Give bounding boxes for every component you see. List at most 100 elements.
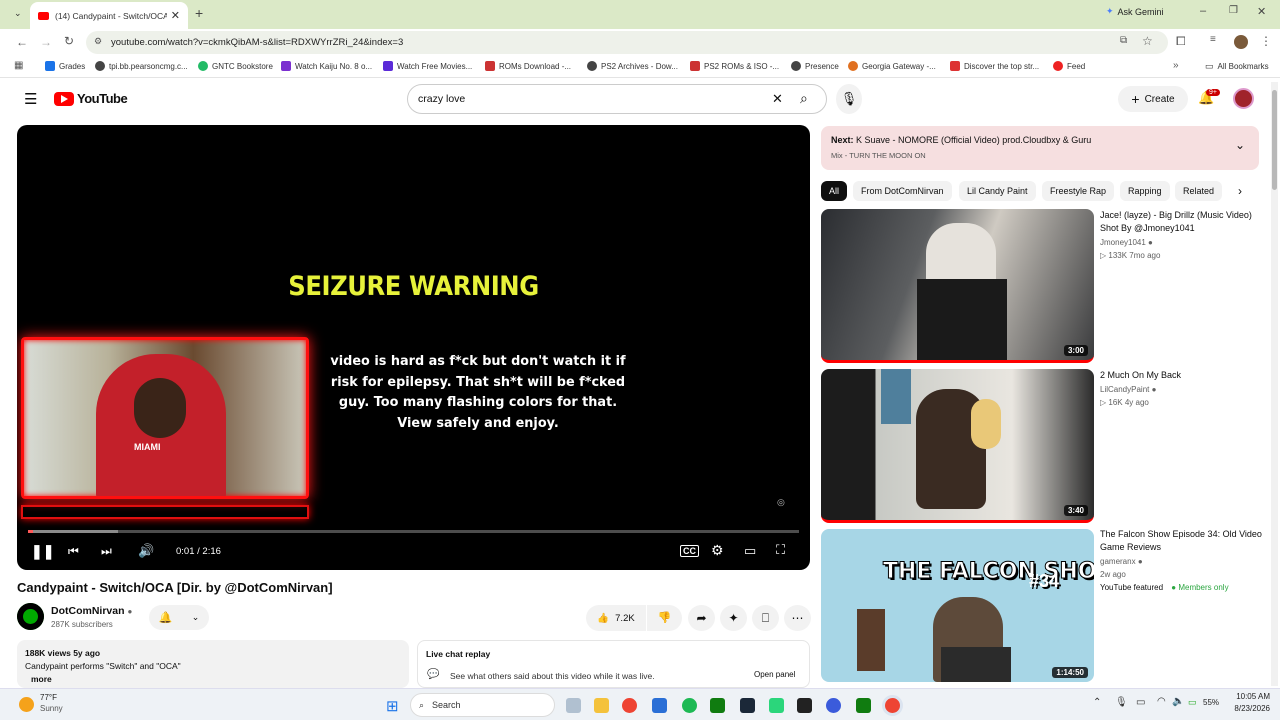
like-button[interactable]: 👍 7.2K bbox=[586, 605, 646, 631]
progress-bar[interactable] bbox=[28, 530, 799, 533]
previous-icon[interactable]: ⏮ bbox=[68, 544, 79, 559]
fullscreen-icon[interactable]: ⛶ bbox=[776, 542, 785, 558]
forward-icon[interactable]: → bbox=[40, 35, 52, 49]
create-button[interactable]: + Create bbox=[1118, 86, 1188, 112]
clear-search-icon[interactable]: ✕ bbox=[772, 91, 783, 107]
rec-title[interactable]: 2 Much On My Back bbox=[1100, 369, 1265, 382]
bookmark-gntc[interactable]: GNTC Bookstore bbox=[198, 61, 273, 71]
microphone-icon[interactable]: 🎙 bbox=[1115, 697, 1128, 708]
chip-all[interactable]: All bbox=[821, 181, 848, 201]
reading-list-icon[interactable]: ≡ bbox=[1210, 34, 1216, 45]
bookmark-ps2-archives[interactable]: PS2 Archives - Dow... bbox=[587, 61, 678, 71]
wifi-icon[interactable]: ◠ bbox=[1157, 696, 1166, 707]
taskbar-search[interactable]: ⌕ Search bbox=[410, 693, 555, 717]
menu-icon[interactable]: ⋮ bbox=[1260, 34, 1272, 48]
more-actions-button[interactable]: ⋯ bbox=[784, 605, 811, 631]
rec-channel-row[interactable]: LilCandyPaint ● bbox=[1100, 385, 1156, 394]
ask-ai-button[interactable]: ✦ bbox=[720, 605, 747, 631]
restore-icon[interactable]: ❐ bbox=[1229, 5, 1238, 16]
chip-freestyle-rap[interactable]: Freestyle Rap bbox=[1042, 181, 1115, 201]
xbox-icon[interactable] bbox=[856, 698, 871, 713]
back-icon[interactable]: ← bbox=[16, 35, 28, 49]
dislike-button[interactable]: 👎 bbox=[647, 605, 682, 631]
video-player[interactable]: SEIZURE WARNING video is hard as f*ck bu… bbox=[17, 125, 810, 570]
reload-icon[interactable]: ↻ bbox=[64, 34, 74, 48]
share-button[interactable]: ➦ bbox=[688, 605, 715, 631]
captions-icon[interactable]: CC bbox=[680, 545, 699, 557]
bookmark-star-icon[interactable]: ☆ bbox=[1142, 34, 1153, 48]
up-next-panel[interactable]: Next: K Suave - NOMORE (Official Video) … bbox=[821, 126, 1259, 170]
chrome-active-icon[interactable] bbox=[885, 698, 900, 713]
profile-avatar[interactable] bbox=[1234, 35, 1248, 49]
bookmark-feed[interactable]: Feed bbox=[1053, 61, 1085, 71]
chrome-icon[interactable] bbox=[622, 698, 637, 713]
tab-search-icon[interactable]: ⌄ bbox=[14, 8, 22, 19]
bookmark-grades[interactable]: Grades bbox=[45, 61, 85, 71]
hamburger-menu-icon[interactable]: ☰ bbox=[24, 90, 37, 108]
bookmark-movies[interactable]: Watch Free Movies... bbox=[383, 61, 472, 71]
file-explorer-icon[interactable] bbox=[594, 698, 609, 713]
cast-icon[interactable]: ⧉ bbox=[1120, 35, 1127, 46]
apps-grid-icon[interactable]: ▦ bbox=[14, 60, 23, 71]
bookmark-pearson[interactable]: tpi.bb.pearsoncmg.c... bbox=[95, 61, 188, 71]
all-bookmarks[interactable]: ▭ All Bookmarks bbox=[1205, 61, 1269, 72]
rec-thumbnail[interactable]: THE FALCON SHOW #34 1:14:50 bbox=[821, 529, 1094, 682]
next-icon[interactable]: ⏭ bbox=[101, 544, 112, 559]
ask-gemini-button[interactable]: ✦ Ask Gemini bbox=[1106, 6, 1164, 17]
app-icon[interactable] bbox=[826, 698, 841, 713]
bookmark-presence[interactable]: Presence bbox=[791, 61, 839, 71]
rec-title[interactable]: Jace! (layze) - Big Drillz (Music Video)… bbox=[1100, 209, 1265, 235]
chips-next-icon[interactable]: › bbox=[1238, 184, 1242, 198]
window-close-icon[interactable]: ✕ bbox=[1257, 5, 1266, 18]
weather-sun-icon[interactable] bbox=[19, 697, 34, 712]
rec-thumbnail[interactable]: 3:40 bbox=[821, 369, 1094, 523]
expand-chevron-icon[interactable]: ⌄ bbox=[1235, 138, 1245, 152]
chip-lil-candy-paint[interactable]: Lil Candy Paint bbox=[959, 181, 1036, 201]
extensions-icon[interactable]: ⧠ bbox=[1176, 34, 1186, 49]
channel-watermark-icon[interactable]: ◎ bbox=[777, 497, 785, 508]
pause-icon[interactable]: ❚❚ bbox=[31, 543, 54, 560]
rec-thumbnail[interactable]: 3:00 bbox=[821, 209, 1094, 363]
chip-rapping[interactable]: Rapping bbox=[1120, 181, 1170, 201]
rec-channel-row[interactable]: Jmoney1041 ● bbox=[1100, 238, 1153, 247]
clock-date[interactable]: 8/23/2026 bbox=[1226, 704, 1270, 713]
display-icon[interactable]: ▭ bbox=[1136, 697, 1145, 708]
tray-overflow-icon[interactable]: ⌃ bbox=[1093, 697, 1101, 708]
miniplayer-icon[interactable]: ▭ bbox=[744, 543, 756, 559]
channel-avatar[interactable] bbox=[17, 603, 44, 630]
description-box[interactable]: 188K views 5y ago Candypaint performs "S… bbox=[17, 640, 409, 688]
chip-from-channel[interactable]: From DotComNirvan bbox=[853, 181, 952, 201]
spotify-icon[interactable] bbox=[682, 698, 697, 713]
channel-name-row[interactable]: DotComNirvan ● bbox=[51, 605, 132, 617]
settings-gear-icon[interactable]: ⚙ bbox=[711, 542, 724, 559]
chip-related[interactable]: Related bbox=[1175, 181, 1223, 201]
bookmark-georgia[interactable]: Georgia Gateway -... bbox=[848, 61, 936, 71]
bookmark-roms[interactable]: ROMs Download -... bbox=[485, 61, 571, 71]
volume-icon[interactable]: 🔊 bbox=[138, 543, 154, 559]
new-tab-icon[interactable]: + bbox=[195, 5, 203, 21]
more-bookmarks-icon[interactable]: » bbox=[1173, 60, 1179, 71]
account-avatar[interactable] bbox=[1233, 88, 1254, 109]
windows-start-icon[interactable]: ⊞ bbox=[386, 697, 399, 715]
xbox-icon[interactable] bbox=[710, 698, 725, 713]
youtube-logo[interactable]: YouTube bbox=[54, 91, 128, 106]
app-icon[interactable] bbox=[769, 698, 784, 713]
steam-icon[interactable] bbox=[740, 698, 755, 713]
task-view-icon[interactable] bbox=[566, 698, 581, 713]
open-panel-button[interactable]: Open panel bbox=[748, 667, 802, 682]
battery-icon[interactable]: ▭ bbox=[1188, 697, 1197, 708]
site-info-icon[interactable]: ⚙ bbox=[94, 36, 102, 47]
active-tab[interactable]: (14) Candypaint - Switch/OCA [ ✕ bbox=[30, 2, 188, 29]
search-input[interactable]: crazy love ✕ ⌕ bbox=[407, 84, 827, 114]
show-more-link[interactable]: more bbox=[31, 674, 52, 684]
store-icon[interactable] bbox=[652, 698, 667, 713]
speaker-icon[interactable]: 🔈 bbox=[1172, 696, 1184, 707]
tab-close-icon[interactable]: ✕ bbox=[171, 9, 180, 22]
scrollbar-thumb[interactable] bbox=[1272, 90, 1277, 190]
minimize-icon[interactable]: – bbox=[1200, 5, 1206, 17]
rec-title[interactable]: The Falcon Show Episode 34: Old Video Ga… bbox=[1100, 528, 1265, 554]
app-icon[interactable] bbox=[797, 698, 812, 713]
rec-channel-row[interactable]: gameranx ● bbox=[1100, 557, 1143, 566]
search-icon[interactable]: ⌕ bbox=[800, 90, 808, 107]
bookmark-kaiju[interactable]: Watch Kaiju No. 8 o... bbox=[281, 61, 372, 71]
